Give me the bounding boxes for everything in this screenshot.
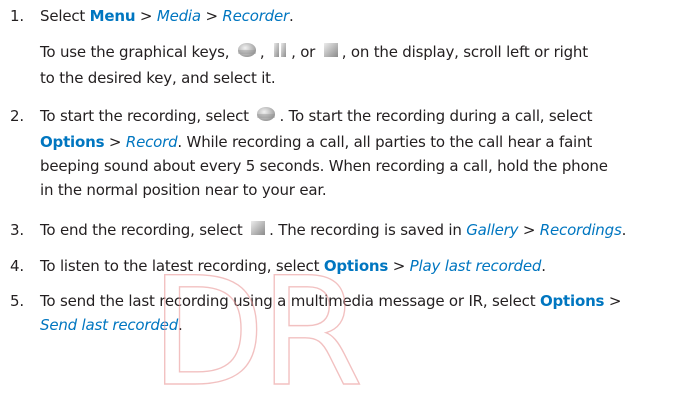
stop-key-icon xyxy=(249,219,267,244)
text-run: , or xyxy=(291,43,320,61)
pause-key-icon xyxy=(271,41,289,66)
text-run: Select xyxy=(40,7,90,25)
document-page: DR 1. Select Menu > Media > Recorder. To… xyxy=(0,0,680,409)
recorder-label: Recorder xyxy=(222,7,289,25)
step-body: To send the last recording using a multi… xyxy=(40,289,680,337)
step-text: To start the recording, select . To star… xyxy=(40,104,680,202)
separator: > xyxy=(518,221,540,239)
menu-label: Menu xyxy=(89,7,136,25)
text-run: To send the last recording using a multi… xyxy=(40,292,540,310)
options-label: Options xyxy=(539,292,605,310)
separator: > xyxy=(135,7,157,25)
text-run: To start the recording, select xyxy=(40,107,254,125)
step-text: To end the recording, select . The recor… xyxy=(40,218,680,244)
options-label: Options xyxy=(40,133,105,151)
step-number: 2. xyxy=(10,107,24,125)
stop-key-icon xyxy=(322,41,340,66)
text-run: . xyxy=(288,7,294,25)
record-label: Record xyxy=(125,133,178,151)
separator: > xyxy=(604,292,622,310)
step-note: To use the graphical keys, , , or , on t… xyxy=(40,40,680,90)
text-run: beeping sound about every 5 seconds. Whe… xyxy=(40,157,608,175)
step-body: To listen to the latest recording, selec… xyxy=(40,254,680,278)
text-run: To use the graphical keys, xyxy=(40,43,234,61)
step-number: 3. xyxy=(10,221,24,239)
text-run: . xyxy=(541,257,546,275)
step-text: Select Menu > Media > Recorder. xyxy=(40,4,680,28)
text-run: . xyxy=(178,316,183,334)
separator: > xyxy=(104,133,126,151)
step-body: Select Menu > Media > Recorder. To use t… xyxy=(40,4,680,90)
record-key-icon xyxy=(236,41,258,66)
text-run: . To start the recording during a call, … xyxy=(279,107,593,125)
text-run: To end the recording, select xyxy=(40,221,248,239)
separator: > xyxy=(200,7,223,25)
recordings-label: Recordings xyxy=(539,221,622,239)
step-body: To start the recording, select . To star… xyxy=(40,104,680,202)
options-label: Options xyxy=(323,257,389,275)
text-run: . The recording is saved in xyxy=(269,221,467,239)
text-run: in the normal position near to your ear. xyxy=(40,181,327,199)
step-number: 1. xyxy=(10,7,24,25)
gallery-label: Gallery xyxy=(466,221,519,239)
text-run: . While recording a call, all parties to… xyxy=(177,133,593,151)
text-run: , on the display, scroll left or right xyxy=(341,43,588,61)
separator: > xyxy=(388,257,410,275)
play-last-recorded-label: Play last recorded xyxy=(409,257,542,275)
media-label: Media xyxy=(156,7,201,25)
record-key-icon xyxy=(255,105,277,130)
step-body: To end the recording, select . The recor… xyxy=(40,218,680,244)
step-number: 4. xyxy=(10,257,24,275)
step-number: 5. xyxy=(10,292,24,310)
text-run: To listen to the latest recording, selec… xyxy=(40,257,324,275)
step-text: To listen to the latest recording, selec… xyxy=(40,254,680,278)
text-run: , xyxy=(259,43,270,61)
send-last-recorded-label: Send last recorded xyxy=(40,316,179,334)
text-run: . xyxy=(621,221,627,239)
text-run: to the desired key, and select it. xyxy=(40,69,276,87)
step-text: To send the last recording using a multi… xyxy=(40,289,680,337)
